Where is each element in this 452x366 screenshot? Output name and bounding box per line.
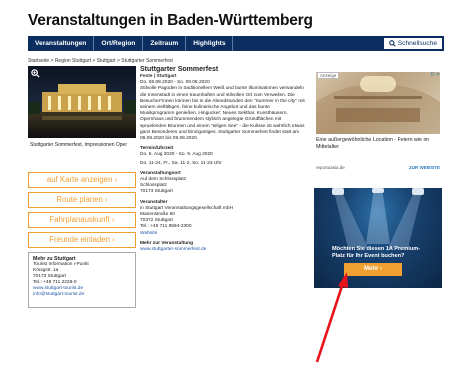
nav-item-zeitraum[interactable]: Zeitraum xyxy=(143,36,187,51)
search-icon xyxy=(388,40,396,47)
premium-ad-more-button[interactable]: Mehr › xyxy=(344,263,402,276)
image-caption: Stuttgarter Sommerfest, Impressionen Ope… xyxy=(30,142,127,148)
show-on-map-button[interactable]: auf Karte anzeigen › xyxy=(28,172,136,188)
action-buttons: auf Karte anzeigen › Route planen › Fahr… xyxy=(28,172,136,252)
tourist-info-box: Mehr zu Stuttgart Tourist Information i-… xyxy=(28,252,136,308)
site-title: Veranstaltungen in Baden-Württemberg xyxy=(28,12,313,29)
info-email-link[interactable]: info@stuttgart-tourist.de xyxy=(33,292,131,298)
nav-item-highlights[interactable]: Highlights xyxy=(186,36,234,51)
opening-times: Do. 11-24, Fr., Sa. 11-2, So. 11-23 Uhr xyxy=(140,160,222,166)
event-details: Stuttgarter Sommerfest Feste | Stuttgart… xyxy=(140,66,305,253)
organizer-website-link[interactable]: Website xyxy=(140,231,305,237)
ad-top-image[interactable] xyxy=(316,72,440,134)
event-image[interactable] xyxy=(28,66,136,138)
dates-range: Do. 6. Aug 2020 - So. 9. Aug 2020 xyxy=(140,152,213,158)
invite-friends-button[interactable]: Freunde einladen › xyxy=(28,232,136,248)
ad-top[interactable]: Anzeige D ✕ Eine außergewöhnliche Locati… xyxy=(314,70,442,178)
ad-label: Anzeige xyxy=(317,72,340,79)
timetable-button[interactable]: Fahrplanauskunft › xyxy=(28,212,136,228)
ad-top-footer: reportuasia.de ZUR WEBSITE xyxy=(316,165,440,170)
nav-item-veranstaltungen[interactable]: Veranstaltungen xyxy=(28,36,95,51)
event-title: Stuttgarter Sommerfest xyxy=(140,66,219,73)
ad-choices-icon[interactable]: D ✕ xyxy=(431,72,440,78)
ad-top-headline[interactable]: Eine außergewöhnliche Location - Feiern … xyxy=(316,137,440,150)
event-website-link[interactable]: www.stuttgarter-sommerfest.de xyxy=(140,247,305,253)
breadcrumb[interactable]: Startseite > Region Stuttgart > Stuttgar… xyxy=(28,58,173,64)
premium-ad-text: Möchten Sie diesen 1A Premium-Platz für … xyxy=(332,246,421,259)
plan-route-button[interactable]: Route planen › xyxy=(28,192,136,208)
ad-source: reportuasia.de xyxy=(316,165,345,170)
quick-search-label: Schnellsuche xyxy=(397,40,437,47)
venue-line: 70173 Stuttgart xyxy=(140,189,173,195)
nav-item-ort-region[interactable]: Ort/Region xyxy=(94,36,144,51)
premium-ad[interactable]: Möchten Sie diesen 1A Premium-Platz für … xyxy=(314,188,442,288)
event-description: Stilvolle Pagoden in traditionellem Weiß… xyxy=(140,86,305,142)
ad-website-link[interactable]: ZUR WEBSITE xyxy=(409,165,440,170)
zoom-icon[interactable] xyxy=(31,69,40,78)
quick-search-button[interactable]: Schnellsuche xyxy=(383,38,442,49)
main-nav: Veranstaltungen Ort/Region Zeitraum High… xyxy=(28,36,444,51)
